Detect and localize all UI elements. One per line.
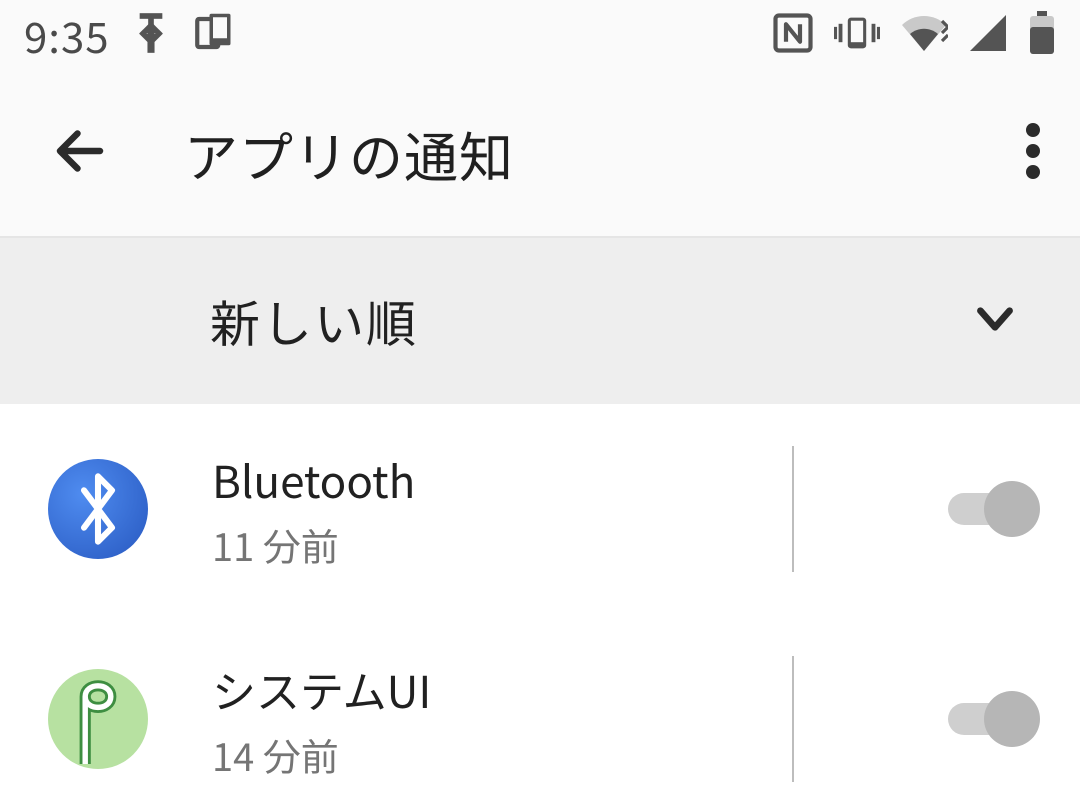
row-divider: [792, 446, 794, 572]
nfc-icon: [772, 12, 814, 59]
signal-icon: [968, 13, 1008, 58]
notification-toggle[interactable]: [948, 691, 1040, 747]
android-p-icon: [48, 669, 148, 769]
sort-label: 新しい順: [210, 285, 418, 357]
notification-toggle[interactable]: [948, 481, 1040, 537]
app-subtitle: 14 分前: [212, 727, 431, 782]
bluetooth-icon: [48, 459, 148, 559]
battery-icon: [1028, 11, 1056, 60]
app-bar: アプリの通知: [0, 70, 1080, 238]
list-item[interactable]: Bluetooth 11 分前: [0, 404, 1080, 614]
page-title: アプリの通知: [184, 114, 514, 193]
status-bar: 9:35: [0, 0, 1080, 70]
screen-mirror-icon: [192, 12, 234, 59]
overflow-menu-button[interactable]: [1010, 107, 1056, 200]
chevron-down-icon: [970, 294, 1020, 349]
app-name-label: システムUI: [212, 657, 431, 721]
sort-dropdown[interactable]: 新しい順: [0, 238, 1080, 404]
row-divider: [792, 656, 794, 782]
upload-icon: [134, 13, 168, 58]
list-item[interactable]: システムUI 14 分前: [0, 614, 1080, 810]
wifi-icon: [900, 13, 948, 58]
app-subtitle: 11 分前: [212, 517, 415, 572]
back-button[interactable]: [50, 121, 110, 186]
app-name-label: Bluetooth: [212, 447, 415, 511]
app-list: Bluetooth 11 分前 システムUI 14 分前: [0, 404, 1080, 810]
vibrate-icon: [834, 12, 880, 59]
status-clock: 9:35: [24, 5, 110, 66]
